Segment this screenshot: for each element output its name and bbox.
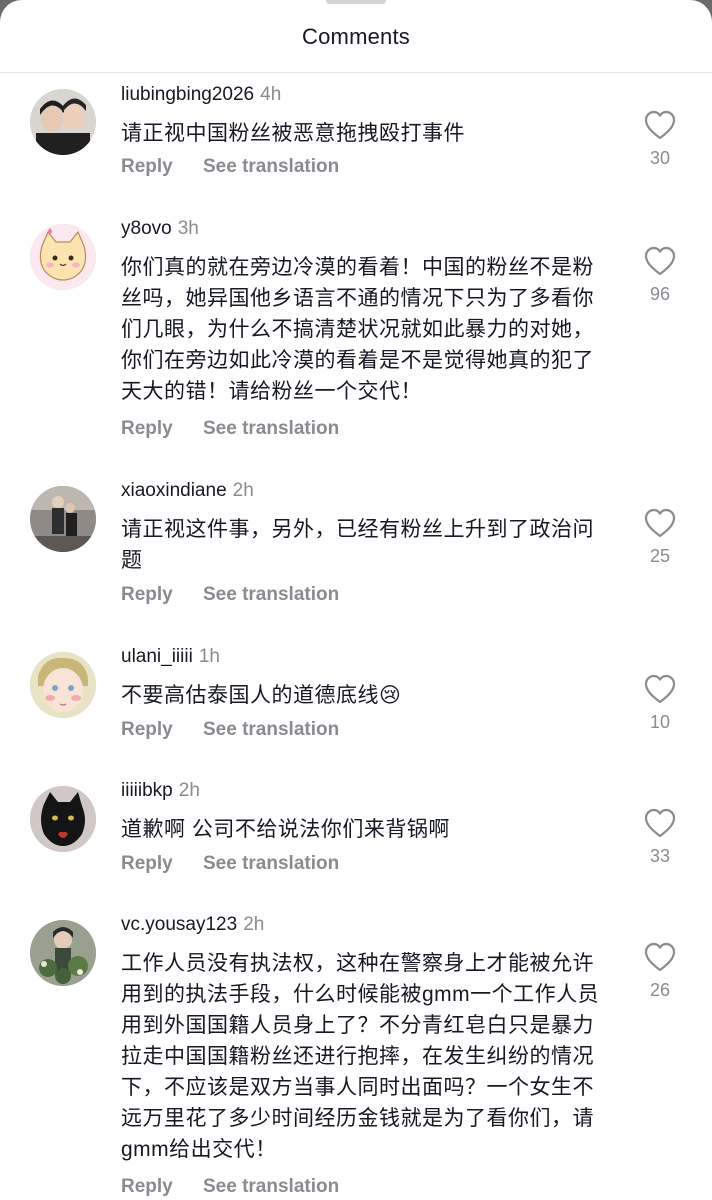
comment-username[interactable]: ulani_iiiii [121, 646, 193, 667]
avatar[interactable] [30, 89, 96, 155]
like-button[interactable]: 26 [638, 942, 682, 1001]
see-translation-button[interactable]: See translation [203, 418, 339, 439]
like-count: 30 [649, 148, 671, 168]
like-count: 10 [649, 712, 671, 732]
comment-meta: ulani_iiiii 1h [121, 644, 220, 670]
comment-actions: Reply See translation [121, 719, 339, 741]
see-translation-button[interactable]: See translation [203, 584, 339, 605]
avatar-image [30, 652, 96, 718]
comment-text: 不要高估泰国人的道德底线😢 [121, 684, 402, 707]
like-button[interactable]: 30 [638, 110, 682, 169]
comment-username[interactable]: iiiiibkp [121, 780, 173, 801]
see-translation-button[interactable]: See translation [203, 156, 339, 177]
comment-text: 工作人员没有执法权，这种在警察身上才能被允许用到的执法手段，什么时候能被gmm一… [121, 952, 600, 1161]
like-count: 33 [649, 846, 671, 866]
heart-outline-icon [644, 508, 676, 538]
reply-button[interactable]: Reply [121, 853, 203, 875]
comment-meta: iiiiibkp 2h [121, 778, 200, 804]
comment-text: 你们真的就在旁边冷漠的看着！中国的粉丝不是粉丝吗，她异国他乡语言不通的情况下只为… [121, 256, 594, 403]
comments-title: Comments [302, 24, 410, 49]
like-count: 96 [649, 284, 671, 304]
reply-button[interactable]: Reply [121, 418, 203, 440]
comment-meta: xiaoxindiane 2h [121, 478, 254, 504]
like-button[interactable]: 25 [638, 508, 682, 567]
avatar[interactable] [30, 920, 96, 986]
avatar[interactable] [30, 224, 96, 290]
heart-outline-icon [644, 942, 676, 972]
comment-actions: Reply See translation [121, 1176, 339, 1198]
comment-meta: vc.yousay123 2h [121, 912, 264, 938]
see-translation-button[interactable]: See translation [203, 1176, 339, 1197]
comment-time: 2h [243, 914, 265, 935]
comment-username[interactable]: xiaoxindiane [121, 480, 227, 501]
avatar-image [30, 486, 96, 552]
comment-actions: Reply See translation [121, 156, 339, 178]
reply-button[interactable]: Reply [121, 719, 203, 741]
avatar-image [30, 89, 96, 155]
comment-meta: y8ovo 3h [121, 216, 199, 242]
comment-text: 请正视这件事，另外，已经有粉丝上升到了政治问题 [121, 518, 594, 572]
comment-time: 4h [260, 84, 282, 105]
reply-button[interactable]: Reply [121, 1176, 203, 1198]
comment-time: 1h [198, 646, 220, 667]
comment-text: 请正视中国粉丝被恶意拖拽殴打事件 [121, 122, 465, 145]
reply-button[interactable]: Reply [121, 156, 203, 178]
comment-actions: Reply See translation [121, 584, 339, 606]
like-count: 26 [649, 980, 671, 1000]
like-button[interactable]: 96 [638, 246, 682, 305]
heart-outline-icon [644, 246, 676, 276]
comment-actions: Reply See translation [121, 853, 339, 875]
comment-time: 2h [178, 780, 200, 801]
comment-actions: Reply See translation [121, 418, 339, 440]
comment-meta: liubingbing2026 4h [121, 82, 281, 108]
heart-outline-icon [644, 674, 676, 704]
avatar[interactable] [30, 786, 96, 852]
like-count: 25 [649, 546, 671, 566]
heart-outline-icon [644, 110, 676, 140]
comment-text: 道歉啊 公司不给说法你们来背锅啊 [121, 818, 450, 841]
comment-username[interactable]: liubingbing2026 [121, 84, 254, 105]
avatar-image [30, 920, 96, 986]
comment-time: 3h [177, 218, 199, 239]
avatar-image [30, 786, 96, 852]
avatar[interactable] [30, 652, 96, 718]
comment-username[interactable]: y8ovo [121, 218, 172, 239]
see-translation-button[interactable]: See translation [203, 853, 339, 874]
avatar[interactable] [30, 486, 96, 552]
heart-outline-icon [644, 808, 676, 838]
comments-sheet: Comments liubingbing2026 4h 请正视中国粉丝被恶意拖拽殴… [0, 0, 712, 1200]
avatar-image [30, 224, 96, 290]
see-translation-button[interactable]: See translation [203, 719, 339, 740]
comment-time: 2h [232, 480, 254, 501]
comment-username[interactable]: vc.yousay123 [121, 914, 237, 935]
like-button[interactable]: 10 [638, 674, 682, 733]
reply-button[interactable]: Reply [121, 584, 203, 606]
comments-header: Comments [0, 0, 712, 73]
like-button[interactable]: 33 [638, 808, 682, 867]
